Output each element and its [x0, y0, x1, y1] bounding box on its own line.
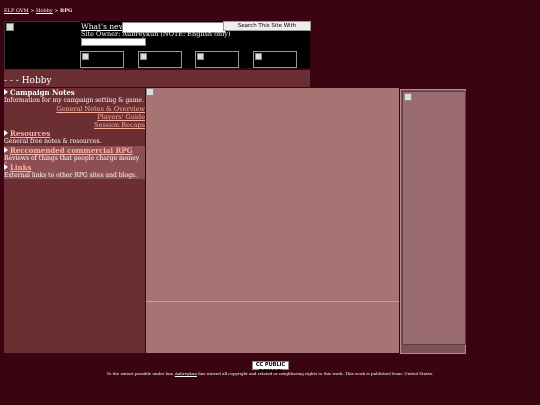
triangle-bullet-icon	[4, 147, 8, 153]
owner-link[interactable]: Aubreykun	[175, 371, 197, 376]
broken-image-icon	[6, 23, 14, 31]
owner-banner-image	[81, 38, 146, 46]
breadcrumb-separator: >	[54, 8, 59, 14]
triangle-bullet-icon	[4, 89, 8, 95]
main-content-panel	[146, 88, 399, 353]
resources-link[interactable]: Resources	[10, 129, 50, 138]
link-session-recaps[interactable]: Session Recaps	[4, 121, 145, 129]
site-logo-image[interactable]	[4, 21, 83, 70]
section-heading-links: Links	[4, 163, 145, 172]
cc-license-badge[interactable]: CC PUBLIC DOMAIN	[252, 361, 289, 375]
broken-image-icon	[82, 53, 89, 60]
section-description: General free notes & resources.	[4, 138, 102, 145]
section-heading-campaign-notes: Campaign Notes	[4, 88, 145, 97]
nav-button-3[interactable]	[195, 51, 239, 68]
nav-button-2[interactable]	[138, 51, 182, 68]
breadcrumb-section[interactable]: Hobby	[36, 8, 53, 14]
link-players-guide[interactable]: Players' Guide	[4, 113, 145, 121]
breadcrumb-separator: >	[30, 8, 35, 14]
right-sidebar-panel	[400, 89, 466, 354]
search-button[interactable]: Search This Site With Prosearch	[223, 21, 311, 37]
links-link[interactable]: Links	[10, 163, 31, 172]
broken-image-icon	[255, 53, 262, 60]
breadcrumb-current: RPG	[60, 8, 73, 14]
content-divider	[146, 301, 399, 302]
breadcrumb: ELP GVM > Hobby > RPG	[4, 8, 72, 14]
triangle-bullet-icon	[4, 130, 8, 136]
page-title: - - - Hobby	[4, 76, 52, 86]
footer-text: To the extent possible under law, Aubrey…	[106, 371, 434, 376]
broken-image-icon	[140, 53, 147, 60]
section-description: Information for my campaign setting & ga…	[4, 97, 144, 104]
section-description: External links to other RPG sites and bl…	[4, 172, 145, 179]
broken-image-icon	[404, 93, 412, 101]
broken-image-icon	[197, 53, 204, 60]
nav-button-1[interactable]	[80, 51, 124, 68]
broken-image-icon	[146, 88, 154, 96]
link-general-notes[interactable]: General Notes & Overview	[4, 105, 145, 113]
section-heading-resources: Resources	[4, 129, 145, 138]
site-owner-text: Site Owner: Aubreykun (NOTE: English onl…	[81, 30, 231, 38]
right-sidebar-image	[402, 91, 466, 345]
breadcrumb-site[interactable]: ELP GVM	[4, 8, 29, 14]
triangle-bullet-icon	[4, 164, 8, 170]
nav-button-4[interactable]	[253, 51, 297, 68]
page-title-bar: - - - Hobby	[4, 70, 310, 87]
